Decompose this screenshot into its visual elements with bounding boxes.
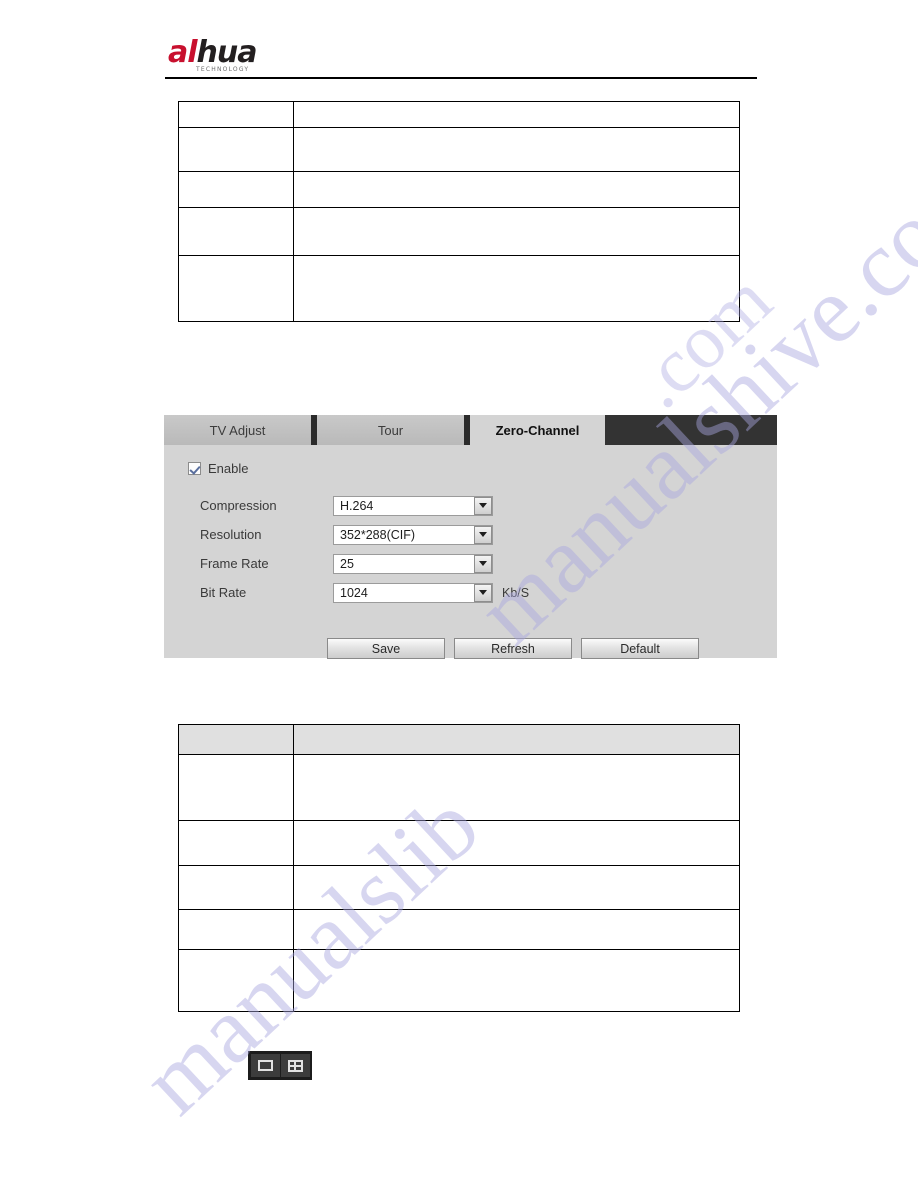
table-cell	[178, 127, 294, 172]
table-cell	[293, 127, 740, 172]
frame-rate-select[interactable]: 25	[333, 553, 493, 574]
table-row	[178, 820, 740, 866]
table-row	[178, 255, 740, 322]
page-header: alhua TECHNOLOGY	[0, 0, 918, 86]
default-button-label: Default	[620, 641, 660, 656]
bit-rate-unit: Kb/S	[502, 585, 530, 600]
table-cell	[293, 101, 740, 128]
refresh-button-label: Refresh	[491, 641, 535, 656]
chevron-down-icon[interactable]	[474, 583, 492, 602]
form-row-resolution: Resolution 352*288(CIF)	[200, 520, 529, 549]
bottom-table-body	[178, 724, 740, 1012]
bit-rate-select[interactable]: 1024	[333, 582, 493, 603]
compression-label: Compression	[200, 498, 277, 513]
form-row-frame-rate: Frame Rate 25	[200, 549, 529, 578]
table-cell	[293, 171, 740, 208]
table-row	[178, 754, 740, 821]
table-row	[178, 171, 740, 208]
table-cell	[293, 754, 740, 821]
table-header-cell	[178, 724, 294, 755]
tab-zero-channel-label: Zero-Channel	[495, 422, 580, 438]
save-button[interactable]: Save	[327, 638, 445, 659]
zero-channel-settings-panel: TV Adjust Tour Zero-Channel Enable Compr…	[164, 415, 777, 659]
table-row	[178, 865, 740, 910]
resolution-label: Resolution	[200, 527, 262, 542]
top-table-body	[178, 101, 740, 322]
table-cell	[178, 909, 294, 950]
table-cell	[178, 171, 294, 208]
tab-tv-adjust-label: TV Adjust	[209, 422, 266, 438]
table-cell	[293, 909, 740, 950]
enable-label: Enable	[208, 461, 249, 476]
tab-tour[interactable]: Tour	[317, 415, 464, 445]
table-cell	[178, 255, 294, 322]
table-cell	[293, 949, 740, 1012]
bit-rate-value: 1024	[340, 585, 368, 600]
table-cell	[293, 207, 740, 256]
quad-pane-button[interactable]	[280, 1054, 310, 1077]
table-cell	[293, 865, 740, 910]
tab-bar-filler	[605, 415, 777, 445]
settings-form: Compression H.264 Resolution 352*288(CIF…	[200, 491, 529, 607]
compression-select[interactable]: H.264	[333, 495, 493, 516]
default-button[interactable]: Default	[581, 638, 699, 659]
chevron-down-icon[interactable]	[474, 554, 492, 573]
frame-rate-label: Frame Rate	[200, 556, 269, 571]
dahua-logo: alhua TECHNOLOGY	[168, 38, 288, 74]
logo-letter-l: l	[187, 35, 197, 70]
header-divider	[165, 77, 757, 79]
table-cell	[293, 255, 740, 322]
tab-zero-channel[interactable]: Zero-Channel	[470, 415, 605, 445]
table-row	[178, 909, 740, 950]
save-button-label: Save	[371, 641, 401, 656]
single-pane-button[interactable]	[250, 1054, 280, 1077]
view-mode-toolbar	[248, 1051, 312, 1080]
tab-tour-label: Tour	[377, 422, 404, 438]
panel-action-buttons: Save Refresh Default	[327, 638, 699, 659]
quad-pane-grid-icon	[287, 1059, 303, 1072]
table-row	[178, 101, 740, 128]
panel-tab-bar: TV Adjust Tour Zero-Channel	[164, 415, 777, 445]
bottom-parameter-table	[178, 724, 740, 1012]
table-row	[178, 207, 740, 256]
table-cell	[178, 207, 294, 256]
logo-letters-hua: hua	[196, 35, 258, 70]
resolution-value: 352*288(CIF)	[340, 527, 416, 542]
chevron-down-icon[interactable]	[474, 525, 492, 544]
chevron-down-icon[interactable]	[474, 496, 492, 515]
form-row-compression: Compression H.264	[200, 491, 529, 520]
table-cell	[178, 949, 294, 1012]
enable-row[interactable]: Enable	[188, 461, 248, 476]
logo-letter-a: a	[168, 35, 188, 70]
table-cell	[178, 820, 294, 866]
table-cell	[178, 865, 294, 910]
table-cell	[293, 820, 740, 866]
enable-checkbox[interactable]	[188, 462, 201, 475]
resolution-select[interactable]: 352*288(CIF)	[333, 524, 493, 545]
logo-wordmark: alhua	[168, 38, 288, 68]
top-parameter-table	[178, 101, 740, 322]
bit-rate-label: Bit Rate	[200, 585, 247, 600]
table-header-row	[178, 724, 740, 755]
frame-rate-value: 25	[340, 556, 354, 571]
table-cell	[178, 101, 294, 128]
table-row	[178, 127, 740, 172]
table-row	[178, 949, 740, 1012]
table-cell	[178, 754, 294, 821]
single-pane-icon	[257, 1060, 273, 1071]
tab-tv-adjust[interactable]: TV Adjust	[164, 415, 311, 445]
table-header-cell	[293, 724, 740, 755]
form-row-bit-rate: Bit Rate 1024 Kb/S	[200, 578, 529, 607]
compression-value: H.264	[340, 498, 374, 513]
logo-tagline: TECHNOLOGY	[196, 66, 250, 73]
panel-body: Enable Compression H.264 Resolution 352*…	[164, 445, 777, 659]
refresh-button[interactable]: Refresh	[454, 638, 572, 659]
